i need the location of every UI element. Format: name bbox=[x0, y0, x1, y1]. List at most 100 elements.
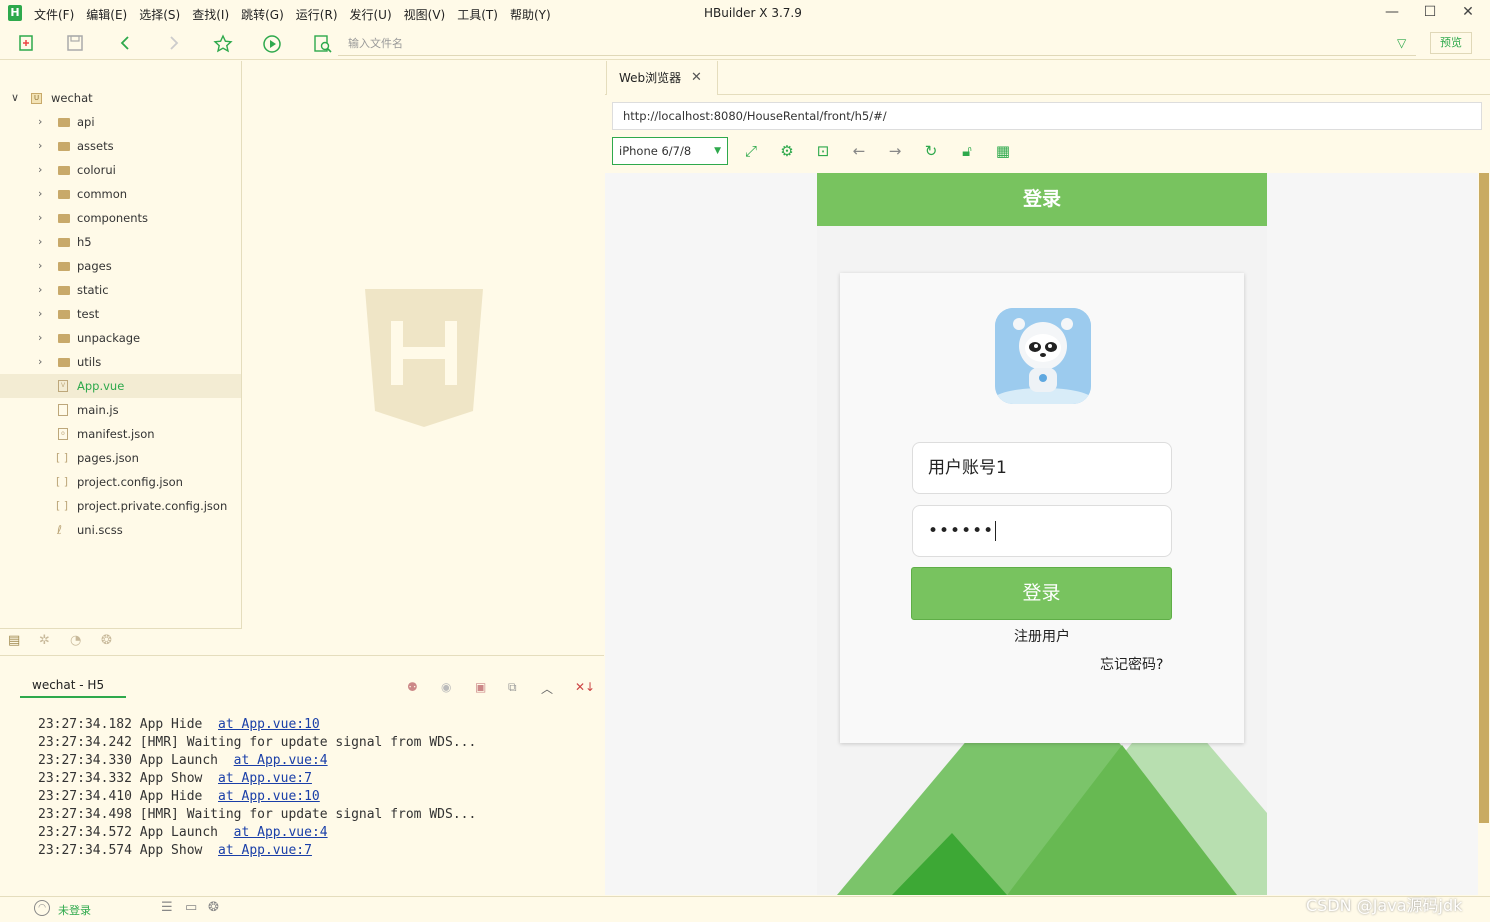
menu-find[interactable]: 查找(I) bbox=[192, 6, 229, 23]
refresh-icon[interactable]: ↻ bbox=[921, 141, 941, 161]
back-icon[interactable] bbox=[115, 34, 135, 54]
chevron-right-icon: › bbox=[38, 163, 43, 176]
menu-tools[interactable]: 工具(T) bbox=[457, 6, 498, 23]
register-link[interactable]: 注册用户 bbox=[817, 626, 1267, 646]
log-source-link[interactable]: at App.vue:4 bbox=[234, 825, 328, 840]
tree-folder-assets[interactable]: › assets bbox=[0, 134, 241, 158]
save-icon[interactable] bbox=[65, 34, 85, 54]
tree-file-main-js[interactable]: main.js bbox=[0, 398, 241, 422]
source-control-tab-icon[interactable]: ◔ bbox=[70, 633, 81, 648]
device-select[interactable]: iPhone 6/7/8 ▼ bbox=[612, 137, 728, 165]
tree-label: assets bbox=[77, 139, 114, 153]
log-source-link[interactable]: at App.vue:4 bbox=[234, 753, 328, 768]
tree-folder-test[interactable]: › test bbox=[0, 302, 241, 326]
tab-label: Web浏览器 bbox=[619, 71, 682, 85]
chevron-up-icon[interactable]: ︿ bbox=[541, 680, 553, 697]
log-source-link[interactable]: at App.vue:10 bbox=[218, 717, 320, 732]
tree-folder-api[interactable]: › api bbox=[0, 110, 241, 134]
file-search-icon[interactable] bbox=[313, 34, 333, 54]
menu-file[interactable]: 文件(F) bbox=[34, 6, 74, 23]
tree-folder-utils[interactable]: › utils bbox=[0, 350, 241, 374]
rotate-icon[interactable]: ⤢ bbox=[741, 141, 761, 161]
menu-view[interactable]: 视图(V) bbox=[404, 6, 446, 23]
lock-icon[interactable]: 🔓︎ bbox=[957, 141, 977, 161]
login-button[interactable]: 登录 bbox=[911, 567, 1172, 620]
log-source-link[interactable]: at App.vue:7 bbox=[218, 843, 312, 858]
url-input[interactable]: http://localhost:8080/HouseRental/front/… bbox=[612, 102, 1482, 130]
log-source-link[interactable]: at App.vue:10 bbox=[218, 789, 320, 804]
arrow-back-icon[interactable]: ← bbox=[849, 141, 869, 161]
project-explorer: ∨ U wechat › api › assets › colorui › common… bbox=[0, 61, 242, 628]
file-search-input[interactable]: 输入文件名 bbox=[338, 34, 1416, 56]
arrow-forward-icon[interactable]: → bbox=[885, 141, 905, 161]
tree-label: manifest.json bbox=[77, 427, 155, 441]
settings-icon[interactable]: ⚙ bbox=[777, 141, 797, 161]
phone-screen: 登录 用户账号1 •••••• 登录 注册用户 忘记密码? bbox=[817, 173, 1267, 895]
menu-edit[interactable]: 编辑(E) bbox=[86, 6, 127, 23]
tree-label: pages.json bbox=[77, 451, 139, 465]
log-line: 23:27:34.498 [HMR] Waiting for update si… bbox=[38, 807, 477, 822]
tree-file-uni-scss[interactable]: ℓ uni.scss bbox=[0, 518, 241, 542]
forgot-password-link[interactable]: 忘记密码? bbox=[1100, 654, 1163, 674]
run-icon[interactable] bbox=[262, 34, 282, 54]
forward-icon[interactable] bbox=[164, 34, 184, 54]
close-tab-icon[interactable]: ✕ bbox=[691, 61, 702, 95]
tree-folder-components[interactable]: › components bbox=[0, 206, 241, 230]
chevron-down-icon: ∨ bbox=[11, 91, 20, 104]
open-window-icon[interactable]: ⧉ bbox=[508, 680, 517, 695]
tree-file-pages-json[interactable]: [ ] pages.json bbox=[0, 446, 241, 470]
menu-goto[interactable]: 跳转(G) bbox=[241, 6, 284, 23]
debug-icon[interactable]: ⚉ bbox=[407, 680, 418, 694]
outline-icon[interactable]: ☰ bbox=[161, 900, 173, 915]
console-tab[interactable]: wechat - H5 bbox=[20, 678, 126, 698]
clear-console-icon[interactable]: ✕↓ bbox=[575, 680, 595, 694]
explorer-tab-icon[interactable]: ▤ bbox=[8, 633, 20, 648]
tree-file-app-vue[interactable]: V App.vue bbox=[0, 374, 241, 398]
maximize-button[interactable]: ☐ bbox=[1420, 4, 1440, 20]
tree-file-project-config-json[interactable]: [ ] project.config.json bbox=[0, 470, 241, 494]
stop-icon[interactable]: ▣ bbox=[475, 680, 486, 694]
menu-select[interactable]: 选择(S) bbox=[139, 6, 180, 23]
account-field[interactable]: 用户账号1 bbox=[912, 442, 1172, 494]
chevron-right-icon: › bbox=[38, 211, 43, 224]
plugins-tab-icon[interactable]: ❂ bbox=[101, 633, 112, 648]
tree-folder-h5[interactable]: › h5 bbox=[0, 230, 241, 254]
tab-web-browser[interactable]: Web浏览器 ✕ bbox=[606, 61, 718, 95]
devtools-icon[interactable]: ⊡ bbox=[813, 141, 833, 161]
password-field[interactable]: •••••• bbox=[912, 505, 1172, 557]
tree-folder-pages[interactable]: › pages bbox=[0, 254, 241, 278]
tree-file-project-private-config-json[interactable]: [ ] project.private.config.json bbox=[0, 494, 241, 518]
chevron-right-icon: › bbox=[38, 187, 43, 200]
close-button[interactable]: ✕ bbox=[1458, 4, 1478, 20]
login-status[interactable]: 未登录 bbox=[58, 902, 91, 918]
tree-folder-static[interactable]: › static bbox=[0, 278, 241, 302]
tree-file-manifest-json[interactable]: o manifest.json bbox=[0, 422, 241, 446]
tree-folder-unpackage[interactable]: › unpackage bbox=[0, 326, 241, 350]
menu-help[interactable]: 帮助(Y) bbox=[510, 6, 551, 23]
preview-button[interactable]: 预览 bbox=[1430, 32, 1472, 54]
plugin-icon[interactable]: ❂ bbox=[208, 900, 219, 915]
folder-icon bbox=[58, 286, 70, 295]
tree-label: App.vue bbox=[77, 379, 125, 393]
new-file-icon[interactable] bbox=[16, 34, 36, 54]
debug-tab-icon[interactable]: ✲ bbox=[39, 633, 50, 648]
folder-icon bbox=[58, 310, 70, 319]
menu-publish[interactable]: 发行(U) bbox=[350, 6, 392, 23]
terminal-icon[interactable]: ▭ bbox=[185, 900, 197, 915]
menu-run[interactable]: 运行(R) bbox=[296, 6, 338, 23]
tree-root-wechat[interactable]: ∨ U wechat bbox=[0, 86, 241, 110]
caret-down-icon: ▼ bbox=[714, 146, 721, 156]
user-icon[interactable]: ◠ bbox=[34, 900, 50, 916]
browser-tab-bar bbox=[605, 61, 1490, 95]
tree-folder-colorui[interactable]: › colorui bbox=[0, 158, 241, 182]
tree-folder-common[interactable]: › common bbox=[0, 182, 241, 206]
star-icon[interactable] bbox=[213, 34, 233, 54]
minimize-button[interactable]: — bbox=[1382, 4, 1402, 20]
filter-icon[interactable]: ▽ bbox=[1397, 36, 1406, 50]
qrcode-icon[interactable]: ▦ bbox=[993, 141, 1013, 161]
scrollbar[interactable] bbox=[1479, 173, 1489, 823]
log-source-link[interactable]: at App.vue:7 bbox=[218, 771, 312, 786]
reload-icon[interactable]: ◉ bbox=[441, 680, 451, 694]
folder-icon bbox=[58, 358, 70, 367]
folder-icon bbox=[58, 118, 70, 127]
